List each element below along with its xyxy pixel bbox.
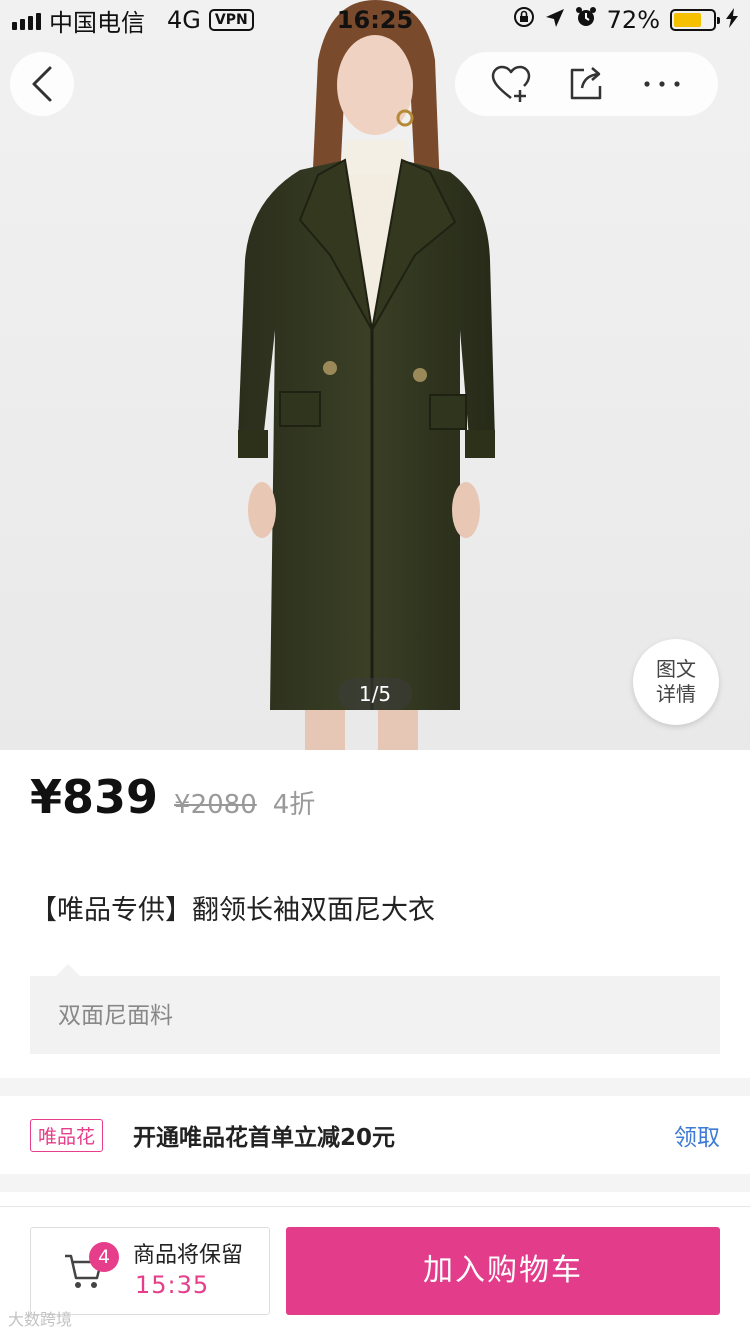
detail-button-line1: 图文 <box>656 657 696 681</box>
cart-button[interactable]: 4 商品将保留 15:35 <box>30 1227 270 1315</box>
network-type: 4G <box>167 6 201 34</box>
share-button[interactable] <box>560 58 612 110</box>
alarm-icon <box>575 6 597 34</box>
status-bar: 中国电信 4G VPN 16:25 72% <box>0 0 750 40</box>
rotation-lock-icon <box>513 6 535 34</box>
watermark: 大数跨境 <box>8 1310 73 1329</box>
battery-icon <box>670 9 720 31</box>
detail-button-line2: 详情 <box>656 682 696 706</box>
carrier-name: 中国电信 <box>49 8 145 37</box>
share-icon <box>571 67 602 100</box>
cart-timer: 15:35 <box>135 1271 210 1299</box>
top-action-group <box>455 52 718 116</box>
product-tip: 双面尼面料 <box>30 964 720 1054</box>
promo-text: 开通唯品花首单立减20元 <box>133 1125 396 1151</box>
image-text-detail-button[interactable]: 图文 详情 <box>633 639 719 725</box>
battery-percent: 72% <box>606 6 660 34</box>
bottom-action-bar: 4 商品将保留 15:35 加入购物车 <box>0 1206 750 1334</box>
promo-row[interactable]: 唯品花 开通唯品花首单立减20元 领取 <box>0 1096 750 1174</box>
price-row: ¥839 ¥2080 4折 <box>30 770 315 824</box>
cart-count-badge: 4 <box>89 1242 119 1272</box>
image-pager: 1/5 <box>338 678 412 710</box>
chevron-left-icon <box>32 66 52 102</box>
heart-plus-icon <box>491 65 531 102</box>
more-dots-icon <box>644 81 680 87</box>
back-button[interactable] <box>10 52 74 116</box>
add-to-cart-button[interactable]: 加入购物车 <box>286 1227 720 1315</box>
current-price: ¥839 <box>30 770 159 824</box>
original-price: ¥2080 <box>174 790 257 820</box>
location-arrow-icon <box>545 6 565 34</box>
promo-tag: 唯品花 <box>30 1118 104 1152</box>
more-button[interactable] <box>636 58 688 110</box>
vpn-badge: VPN <box>208 9 254 31</box>
cellular-signal-icon <box>12 10 41 30</box>
cart-hold-text: 商品将保留 <box>133 1243 244 1268</box>
favorite-add-button[interactable] <box>485 58 537 110</box>
section-divider <box>0 1078 750 1096</box>
section-divider <box>0 1174 750 1192</box>
discount-label: 4折 <box>272 790 316 820</box>
claim-link[interactable]: 领取 <box>674 1118 720 1152</box>
product-title: 【唯品专供】翻领长袖双面尼大衣 <box>30 895 435 926</box>
charging-bolt-icon <box>726 6 738 34</box>
